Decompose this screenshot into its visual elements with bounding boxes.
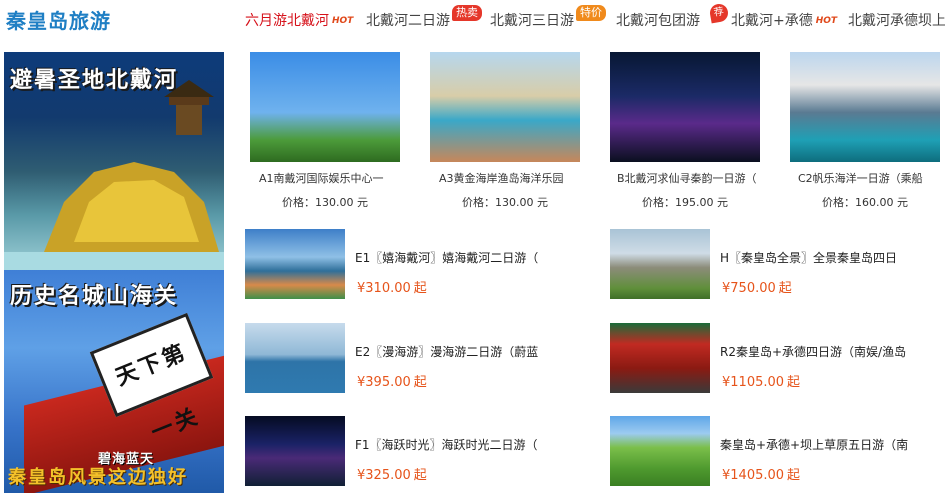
nav-item-three-day[interactable]: 北戴河三日游 (490, 12, 574, 30)
featured-price: 价格：130.00 元 (462, 196, 548, 209)
tour-title[interactable]: H〖秦皇岛全景〗全景秦皇岛四日 (720, 249, 935, 266)
nav-item-two-day[interactable]: 北戴河二日游 (366, 12, 450, 30)
tour-photo[interactable] (245, 229, 345, 299)
tour-photo[interactable] (610, 323, 710, 393)
tour-photo[interactable] (245, 416, 345, 486)
nav-item-label: 北戴河包团游 (616, 13, 700, 29)
tour-title[interactable]: F1〖海跃时光〗海跃时光二日游（ (355, 436, 570, 453)
amusement-park-photo[interactable] (250, 52, 400, 162)
featured-title[interactable]: A1南戴河国际娱乐中心一 (259, 170, 415, 186)
price-value: ¥1405.00 (722, 468, 785, 483)
price-value: ¥395.00 (357, 375, 411, 390)
tour-photo[interactable] (245, 323, 345, 393)
special-price-badge: 特价 (576, 5, 606, 21)
price-value: ¥310.00 (357, 281, 411, 296)
price-unit: 起 (413, 468, 427, 483)
price-unit: 起 (787, 375, 801, 390)
tour-title[interactable]: 秦皇岛+承德+坝上草原五日游（南 (720, 436, 935, 453)
tour-title[interactable]: E1〖嬉海戴河〗嬉海戴河二日游（ (355, 249, 570, 266)
nav-item-label: 北戴河承德坝上 (848, 13, 945, 29)
banner-slogan: 秦皇岛风景这边独好 (8, 467, 188, 488)
price-unit: 起 (413, 281, 427, 296)
banner-shanhaiguan[interactable]: 历史名城山海关 天下第一关 碧海蓝天 秦皇岛风景这边独好 (4, 270, 224, 493)
tour-photo[interactable] (610, 416, 710, 486)
price-unit: 起 (778, 281, 792, 296)
ocean-park-photo[interactable] (430, 52, 580, 162)
featured-price: 价格：195.00 元 (642, 196, 728, 209)
site-logo[interactable]: 秦皇岛旅游 (6, 5, 111, 34)
tour-price: ¥310.00 起 (357, 277, 427, 296)
featured-price: 价格：130.00 元 (282, 196, 368, 209)
top-nav: 六月游北戴河 HOT 北戴河二日游 热卖 北戴河三日游 特价 北戴河包团游 荐 北… (245, 0, 945, 42)
banner-beidaihe[interactable]: 避暑圣地北戴河 (4, 52, 224, 270)
night-show-photo[interactable] (610, 52, 760, 162)
nav-item-june-beidaihe[interactable]: 六月游北戴河 HOT (245, 12, 353, 30)
nav-item-group-tour[interactable]: 北戴河包团游 (616, 12, 700, 30)
tour-price: ¥750.00 起 (722, 277, 792, 296)
nav-item-beidaihe-chengde[interactable]: 北戴河+承德 HOT (731, 12, 837, 30)
nav-item-label: 北戴河+承德 (731, 13, 813, 29)
price-value: ¥750.00 (722, 281, 776, 296)
tour-price: ¥325.00 起 (357, 464, 427, 483)
banner-title: 历史名城山海关 (10, 283, 179, 309)
coastal-rock-illustration (4, 80, 224, 270)
featured-title[interactable]: C2帆乐海洋一日游（乘船 (798, 170, 945, 186)
featured-title[interactable]: B北戴河求仙寻秦韵一日游（ (617, 170, 773, 186)
hot-tag: HOT (332, 16, 354, 26)
tour-title[interactable]: E2〖漫海游〗漫海游二日游（蔚蓝 (355, 343, 570, 360)
tour-title[interactable]: R2秦皇岛+承德四日游（南娱/渔岛 (720, 343, 935, 360)
price-value: ¥325.00 (357, 468, 411, 483)
featured-price: 价格：160.00 元 (822, 196, 908, 209)
price-value: ¥1105.00 (722, 375, 785, 390)
nav-item-chengde-bashang[interactable]: 北戴河承德坝上 (848, 12, 945, 30)
nav-item-label: 北戴河二日游 (366, 13, 450, 29)
featured-title[interactable]: A3黄金海岸渔岛海洋乐园 (439, 170, 595, 186)
price-unit: 起 (787, 468, 801, 483)
tour-price: ¥1405.00 起 (722, 464, 800, 483)
nav-item-label: 北戴河三日游 (490, 13, 574, 29)
nav-item-label: 六月游北戴河 (245, 13, 329, 29)
sea-performance-photo[interactable] (790, 52, 940, 162)
recommend-badge: 荐 (708, 2, 730, 24)
hot-tag: HOT (815, 16, 838, 26)
tour-photo[interactable] (610, 229, 710, 299)
tour-price: ¥395.00 起 (357, 371, 427, 390)
tour-price: ¥1105.00 起 (722, 371, 800, 390)
price-unit: 起 (413, 375, 427, 390)
hot-sale-badge: 热卖 (452, 5, 482, 21)
